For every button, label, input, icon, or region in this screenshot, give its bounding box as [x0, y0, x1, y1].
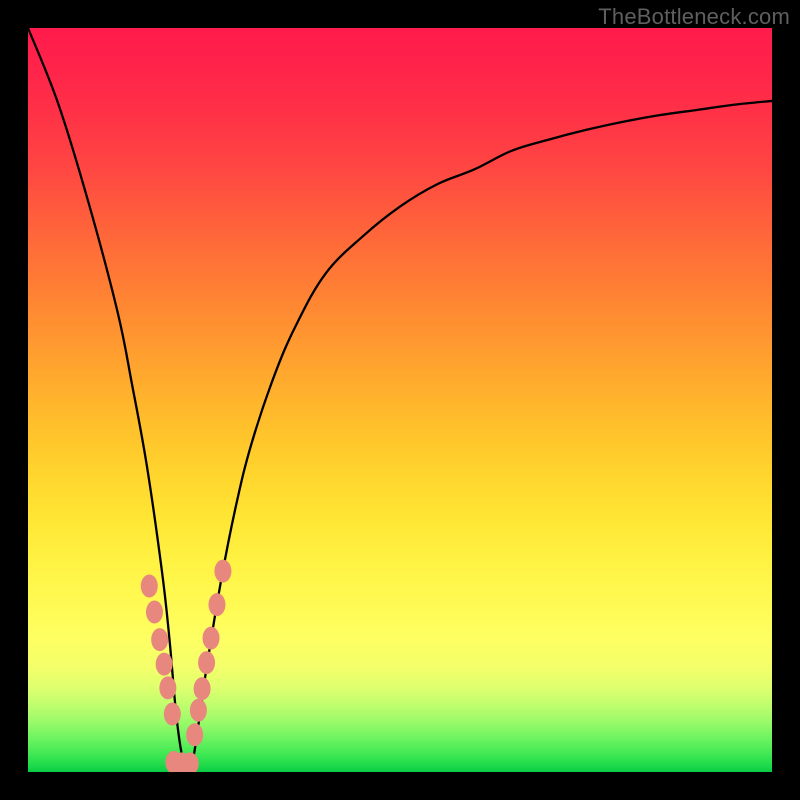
data-marker [151, 628, 168, 651]
data-marker [159, 676, 176, 699]
watermark-text: TheBottleneck.com [598, 4, 790, 30]
data-marker [186, 723, 203, 746]
data-marker [164, 702, 181, 725]
plot-area [28, 28, 772, 772]
data-marker [208, 593, 225, 616]
data-marker [141, 575, 158, 598]
data-marker [214, 560, 231, 583]
data-marker [190, 699, 207, 722]
chart-frame: TheBottleneck.com [0, 0, 800, 800]
bottleneck-curve [28, 28, 772, 772]
data-marker [198, 651, 215, 674]
data-marker [194, 677, 211, 700]
data-marker [203, 627, 220, 650]
data-marker [146, 601, 163, 624]
data-marker [156, 653, 173, 676]
